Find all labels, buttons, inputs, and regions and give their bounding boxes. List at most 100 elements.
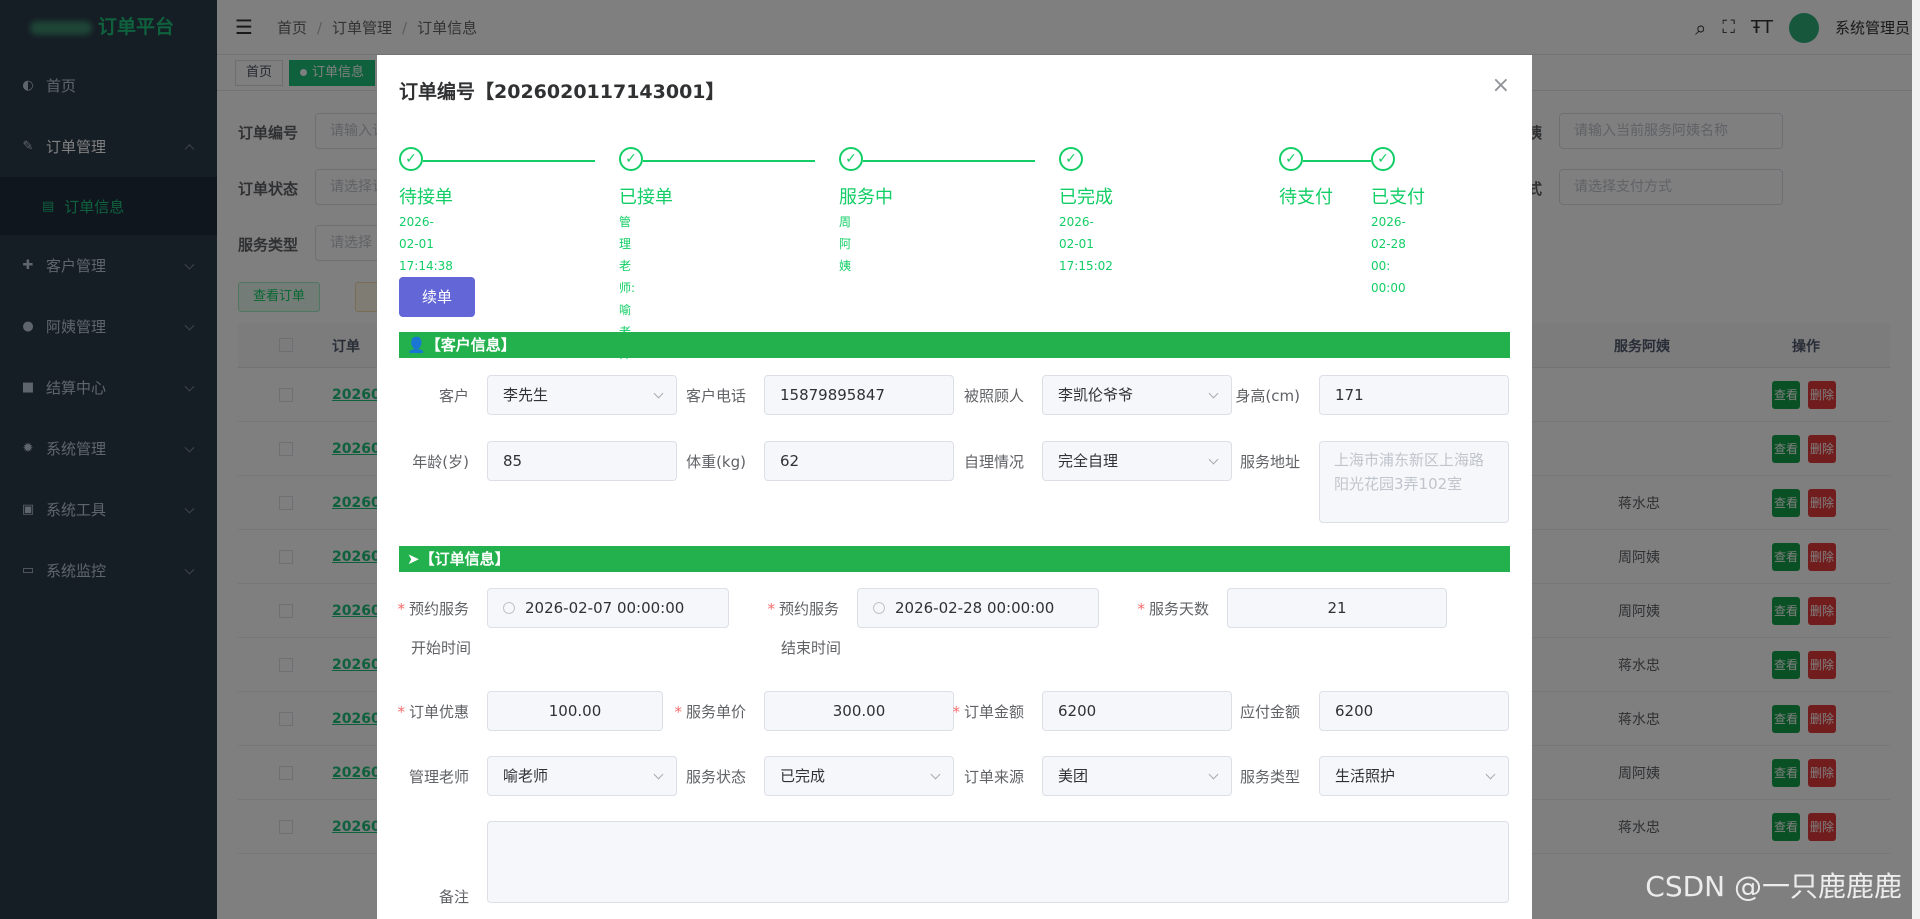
check-icon: ✓ [1279, 147, 1303, 171]
label-text: 预约服务 [778, 600, 839, 618]
end-time-value: 2026-02-28 00:00:00 [895, 599, 1055, 617]
section-title: 【订单信息】 [419, 550, 510, 568]
weight-label: 体重(kg) [686, 453, 746, 471]
label-text: 服务单价 [685, 703, 746, 721]
check-icon: ✓ [1059, 147, 1083, 171]
weight-input[interactable]: 62 [764, 441, 954, 481]
service-status-value: 已完成 [780, 767, 826, 785]
step-title: 服务中 [839, 187, 893, 208]
step-connector [643, 160, 815, 162]
step-connector [863, 160, 1035, 162]
order-section-header: ➤【订单信息】 [399, 546, 1510, 572]
remark-textarea[interactable] [487, 821, 1509, 903]
step-desc: 2026-02-01 17:14:38 [399, 215, 453, 273]
customer-phone-input[interactable]: 15879895847 [764, 375, 954, 415]
self-care-label: 自理情况 [963, 453, 1024, 471]
check-icon: ✓ [1371, 147, 1395, 171]
dialog-title: 订单编号【2026020117143001】 [399, 81, 725, 103]
address-textarea[interactable]: 上海市浦东新区上海路阳光花园3弄102室 [1319, 441, 1509, 523]
chevron-down-icon [1208, 454, 1219, 465]
service-type-select[interactable]: 生活照护 [1319, 756, 1509, 796]
remark-label: 备注 [438, 888, 469, 906]
step-desc: 2026-02-01 17:15:02 [1059, 215, 1113, 273]
step-connector [423, 160, 595, 162]
chevron-down-icon [1208, 388, 1219, 399]
end-time-label: * 预约服务 [767, 600, 839, 618]
service-type-value: 生活照护 [1335, 767, 1396, 785]
height-label: 身高(cm) [1235, 387, 1300, 405]
label-text: 订单优惠 [408, 703, 469, 721]
check-icon: ✓ [839, 147, 863, 171]
customer-section-header: 👤【客户信息】 [399, 332, 1510, 358]
chevron-down-icon [930, 769, 941, 780]
step-title: 已接单 [619, 187, 673, 208]
service-status-select[interactable]: 已完成 [764, 756, 954, 796]
step-desc: 2026-02-28 00: 00:00 [1371, 211, 1406, 299]
clock-icon [503, 602, 515, 614]
height-input[interactable]: 171 [1319, 375, 1509, 415]
customer-phone-label: 客户电话 [685, 387, 746, 405]
step-title: 待支付 [1279, 187, 1333, 208]
step-title: 待接单 [399, 187, 453, 208]
service-type-label: 服务类型 [1239, 768, 1300, 786]
start-time-picker[interactable]: 2026-02-07 00:00:00 [487, 588, 729, 628]
order-amount-label: * 订单金额 [952, 703, 1024, 721]
step-desc-line: 00:00 [1371, 281, 1406, 295]
address-label: 服务地址 [1239, 453, 1300, 471]
start-time-label: * 预约服务 [397, 600, 469, 618]
age-label: 年龄(岁) [412, 453, 469, 471]
self-care-value: 完全自理 [1058, 452, 1119, 470]
watermark: CSDN @一只鹿鹿鹿 [1645, 870, 1902, 903]
payable-input[interactable]: 6200 [1319, 691, 1509, 731]
section-title: 【客户信息】 [425, 336, 516, 354]
order-source-select[interactable]: 美团 [1042, 756, 1232, 796]
order-amount-input[interactable]: 6200 [1042, 691, 1232, 731]
step-title: 已支付 [1371, 187, 1425, 208]
care-person-label: 被照顾人 [963, 387, 1024, 405]
care-person-select[interactable]: 李凯伦爷爷 [1042, 375, 1232, 415]
service-status-label: 服务状态 [685, 768, 746, 786]
user-icon: 👤 [407, 336, 426, 354]
start-time-label-line2: 开始时间 [411, 639, 472, 657]
step-title: 已完成 [1059, 187, 1113, 208]
step-connector [1303, 160, 1371, 162]
chevron-down-icon [653, 388, 664, 399]
renew-order-button[interactable]: 续单 [399, 277, 475, 317]
end-time-picker[interactable]: 2026-02-28 00:00:00 [857, 588, 1099, 628]
teacher-select[interactable]: 喻老师 [487, 756, 677, 796]
teacher-value: 喻老师 [503, 767, 549, 785]
discount-label: * 订单优惠 [397, 703, 469, 721]
close-icon[interactable]: × [1492, 75, 1510, 97]
age-input[interactable]: 85 [487, 441, 677, 481]
step-desc-line: 2026-02-28 00: [1371, 215, 1406, 273]
teacher-label: 管理老师 [408, 768, 469, 786]
service-days-input[interactable]: 21 [1227, 588, 1447, 628]
customer-label: 客户 [438, 387, 469, 405]
chevron-down-icon [1485, 769, 1496, 780]
check-icon: ✓ [619, 147, 643, 171]
order-detail-dialog: 订单编号【2026020117143001】 × ✓ 待接单 2026-02-01 … [377, 55, 1532, 919]
unit-price-input[interactable]: 300.00 [764, 691, 954, 731]
start-time-value: 2026-02-07 00:00:00 [525, 599, 685, 617]
order-source-label: 订单来源 [963, 768, 1024, 786]
check-icon: ✓ [399, 147, 423, 171]
label-text: 服务天数 [1148, 600, 1209, 618]
clock-icon [873, 602, 885, 614]
chevron-down-icon [1208, 769, 1219, 780]
unit-price-label: * 服务单价 [674, 703, 746, 721]
discount-input[interactable]: 100.00 [487, 691, 663, 731]
end-time-label-line2: 结束时间 [781, 639, 842, 657]
send-icon: ➤ [407, 550, 420, 568]
scrollbar[interactable] [1912, 0, 1920, 919]
step-desc: 周阿姨 [839, 215, 852, 273]
label-text: 订单金额 [963, 703, 1024, 721]
order-source-value: 美团 [1058, 767, 1089, 785]
customer-value: 李先生 [503, 386, 549, 404]
chevron-down-icon [653, 769, 664, 780]
service-days-label: * 服务天数 [1137, 600, 1209, 618]
label-text: 预约服务 [408, 600, 469, 618]
self-care-select[interactable]: 完全自理 [1042, 441, 1232, 481]
customer-select[interactable]: 李先生 [487, 375, 677, 415]
payable-label: 应付金额 [1239, 703, 1300, 721]
care-person-value: 李凯伦爷爷 [1058, 386, 1134, 404]
